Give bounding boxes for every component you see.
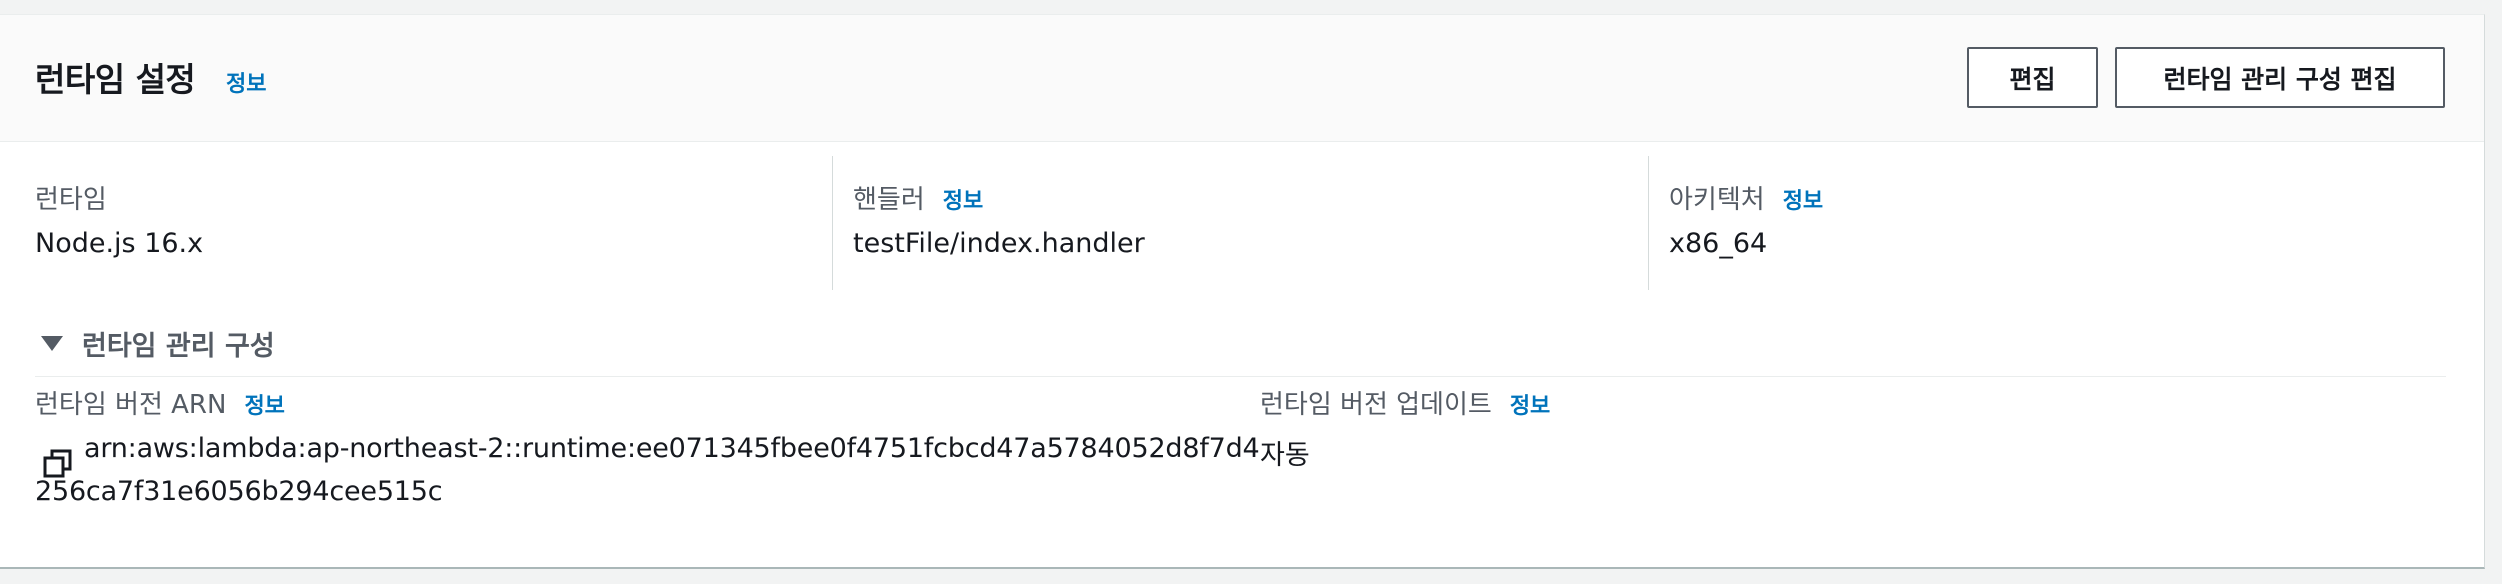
runtime-version-arn-value-line1: arn:aws:lambda:ap-northeast-2::runtime:e… [84, 433, 1260, 464]
handler-label: 핸들러 정보 [853, 185, 984, 215]
edit-runtime-management-button[interactable]: 런타임 관리 구성 편집 [2115, 47, 2445, 108]
edit-button[interactable]: 편집 [1967, 47, 2098, 108]
architecture-info-link[interactable]: 정보 [1783, 189, 1823, 214]
architecture-label: 아키텍처 정보 [1669, 185, 1824, 215]
runtime-settings-panel: 런타임 설정 정보 편집 런타임 관리 구성 편집 런타임 Node.js 16… [0, 14, 2485, 569]
runtime-version-arn-value-line2: 256ca7f31e6056b294cee515c [35, 476, 443, 507]
runtime-label: 런타임 [35, 185, 107, 215]
column-divider [1648, 156, 1649, 290]
column-divider [832, 156, 833, 290]
runtime-version-update-info-link[interactable]: 정보 [1510, 394, 1550, 419]
architecture-value: x86_64 [1669, 228, 1768, 259]
handler-info-link[interactable]: 정보 [943, 189, 983, 214]
section-divider [35, 376, 2446, 377]
title-info-link[interactable]: 정보 [226, 66, 266, 98]
runtime-version-arn-info-link[interactable]: 정보 [244, 394, 284, 419]
runtime-management-title: 런타임 관리 구성 [82, 331, 275, 362]
runtime-version-arn-label: 런타임 버전 ARN 정보 [35, 390, 285, 420]
runtime-version-update-value: 자동 [1260, 440, 1310, 471]
caret-down-icon [41, 336, 63, 351]
copy-icon[interactable] [42, 449, 74, 479]
runtime-version-update-label: 런타임 버전 업데이트 정보 [1260, 390, 1551, 420]
handler-value: testFile/index.handler [853, 228, 1145, 259]
runtime-value: Node.js 16.x [35, 228, 204, 259]
panel-title: 런타임 설정 [35, 60, 196, 99]
runtime-management-expander[interactable]: 런타임 관리 구성 [41, 324, 275, 363]
panel-header: 런타임 설정 정보 편집 런타임 관리 구성 편집 [0, 15, 2484, 142]
